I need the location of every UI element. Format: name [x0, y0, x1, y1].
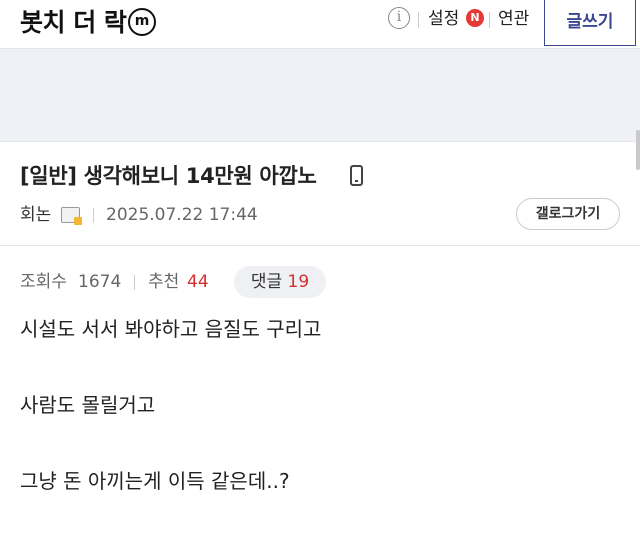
- related-link[interactable]: 연관: [498, 6, 529, 32]
- header-divider: [489, 12, 490, 28]
- comments-button[interactable]: 댓글 19: [234, 266, 326, 298]
- post-stats: 조회수 1674 추천 44 댓글 19: [20, 266, 620, 298]
- minor-gallery-badge: m: [128, 8, 156, 36]
- post-date: 2025.07.22 17:44: [106, 205, 258, 225]
- top-header: 봇치 더 락 m i 설정 N 연관 글쓰기: [0, 0, 640, 48]
- views-label: 조회수: [20, 272, 67, 292]
- body-line: 시설도 서서 봐야하고 음질도 구리고: [20, 317, 322, 341]
- settings-link[interactable]: 설정: [428, 6, 459, 32]
- comments-label: 댓글: [250, 272, 283, 292]
- author-name[interactable]: 회논: [20, 200, 51, 230]
- comments-count: 19: [287, 272, 310, 292]
- info-icon[interactable]: i: [388, 7, 410, 29]
- write-button[interactable]: 글쓰기: [544, 0, 636, 46]
- stat-divider: [134, 275, 135, 290]
- fixed-nick-icon: [61, 207, 82, 225]
- new-badge-icon: N: [466, 9, 484, 27]
- recommend-label: 추천: [148, 272, 180, 292]
- section-divider: [0, 245, 640, 246]
- body-line: 그냥 돈 아끼는게 이득 같은데..?: [20, 469, 290, 493]
- gallog-button[interactable]: 갤로그가기: [516, 198, 620, 230]
- body-line: 사람도 몰릴거고: [20, 393, 156, 417]
- post-meta: 회논 2025.07.22 17:44 갤로그가기: [20, 198, 620, 230]
- mobile-icon: [350, 165, 363, 186]
- post-title-row: [일반] 생각해보니 14만원 아깝노: [20, 160, 363, 192]
- recommend-count: 44: [187, 272, 209, 292]
- post-title: [일반] 생각해보니 14만원 아깝노: [20, 164, 317, 188]
- gallery-title[interactable]: 봇치 더 락: [20, 6, 127, 40]
- meta-divider: [93, 208, 94, 223]
- header-divider: [418, 12, 419, 28]
- scrollbar-thumb[interactable]: [636, 130, 640, 170]
- ad-banner-area: [0, 48, 640, 142]
- views-count: 1674: [78, 272, 122, 292]
